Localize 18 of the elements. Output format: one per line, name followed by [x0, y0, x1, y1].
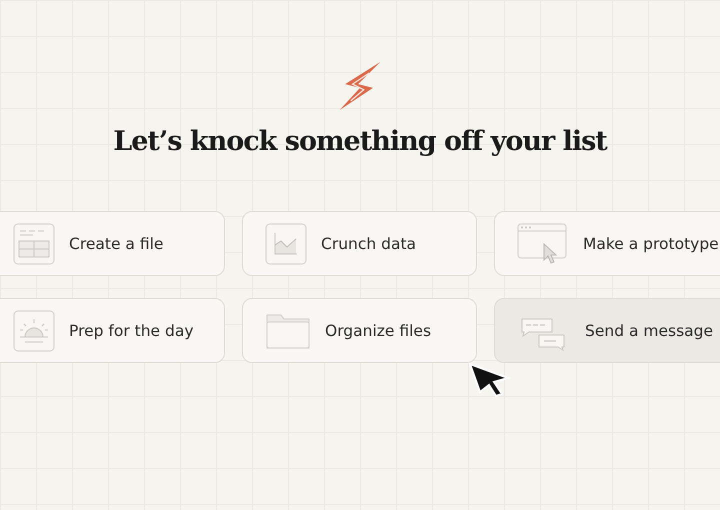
action-label: Make a prototype — [583, 234, 719, 252]
action-card[interactable]: Organize files — [242, 298, 477, 363]
spreadsheet-icon — [13, 222, 55, 264]
action-card[interactable]: Create a file — [0, 211, 225, 276]
action-label: Organize files — [325, 322, 432, 340]
action-label: Prep for the day — [69, 322, 194, 340]
page-heading: Let’s knock something off your list — [113, 126, 607, 157]
browser-window-icon — [517, 222, 569, 266]
action-label: Crunch data — [321, 234, 416, 252]
sunrise-icon — [13, 310, 55, 352]
action-card[interactable]: Make a prototype — [494, 211, 720, 276]
action-card[interactable]: Prep for the day — [0, 298, 225, 363]
action-card[interactable]: Crunch data — [242, 211, 477, 276]
line-chart-icon — [265, 222, 307, 264]
action-label: Send a message — [585, 322, 714, 340]
mouse-pointer-icon — [468, 362, 512, 398]
action-card[interactable]: Send a message — [494, 298, 720, 363]
action-label: Create a file — [69, 234, 164, 252]
